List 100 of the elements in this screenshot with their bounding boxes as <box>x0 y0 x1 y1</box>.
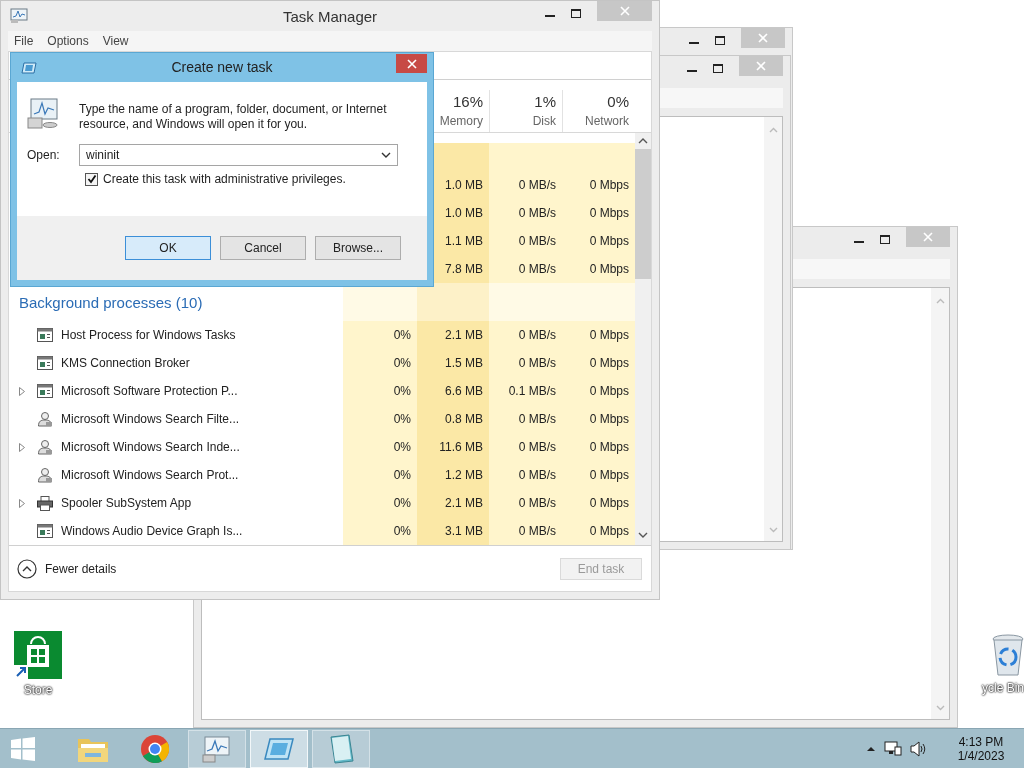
column-header[interactable]: 0% Network <box>562 90 635 132</box>
checkbox[interactable] <box>85 172 98 186</box>
process-name[interactable]: Microsoft Software Protection P... <box>61 384 238 398</box>
table-cell: 0 MB/s <box>489 321 562 349</box>
expand-icon[interactable] <box>19 442 25 452</box>
table-cell: 0 Mbps <box>562 227 635 255</box>
desktop-icon-label[interactable]: Store <box>23 683 53 697</box>
table-cell: 1.5 MB <box>417 349 489 377</box>
table-cell: 0 Mbps <box>562 349 635 377</box>
window-icon <box>264 736 294 761</box>
open-combobox[interactable]: wininit <box>79 144 398 166</box>
maximize-icon[interactable] <box>713 64 723 73</box>
table-cell: 0 MB/s <box>489 199 562 227</box>
table-cell: 11.6 MB <box>417 433 489 461</box>
maximize-icon[interactable] <box>715 36 725 45</box>
collapse-icon[interactable] <box>17 558 37 579</box>
table-cell: 0 Mbps <box>562 517 635 545</box>
expand-icon[interactable] <box>19 386 25 396</box>
column-label: Memory <box>439 114 483 128</box>
process-name[interactable]: Microsoft Windows Search Filte... <box>61 412 240 426</box>
table-cell: 0 MB/s <box>489 349 562 377</box>
network-icon[interactable] <box>884 740 902 757</box>
table-cell: 0 MB/s <box>489 517 562 545</box>
column-label: Network <box>585 114 629 128</box>
menu-item[interactable]: View <box>102 34 129 48</box>
menu-item[interactable]: File <box>14 34 34 48</box>
table-cell: 0 Mbps <box>562 405 635 433</box>
user-icon <box>37 411 53 427</box>
process-name[interactable]: Microsoft Windows Search Inde... <box>61 440 240 454</box>
window-icon <box>37 524 53 538</box>
table-cell: 1.2 MB <box>417 461 489 489</box>
process-name[interactable]: Spooler SubSystem App <box>61 496 192 510</box>
scroll-up-icon[interactable] <box>638 137 648 144</box>
tray-up-icon[interactable] <box>866 745 876 752</box>
browser-icon <box>140 733 170 764</box>
menu-item[interactable]: Options <box>47 34 89 48</box>
monitor-chart-icon <box>10 8 28 24</box>
scrollbar[interactable] <box>635 133 651 545</box>
process-name[interactable]: Microsoft Windows Search Prot... <box>61 468 239 482</box>
monitor-chart-icon <box>202 734 232 763</box>
store-icon[interactable] <box>14 631 62 679</box>
table-cell: 6.6 MB <box>417 377 489 405</box>
window-icon <box>37 356 53 370</box>
scrollbar-thumb[interactable] <box>635 149 651 279</box>
start-icon[interactable] <box>10 735 36 762</box>
table-cell: 0 Mbps <box>562 171 635 199</box>
window-icon <box>37 384 53 398</box>
dialog-button[interactable]: OK <box>125 236 211 260</box>
table-cell: 0% <box>343 405 417 433</box>
table-cell: 0% <box>343 461 417 489</box>
close-icon[interactable] <box>406 58 417 69</box>
checkbox-label[interactable]: Create this task with administrative privileges. <box>103 172 346 186</box>
close-button[interactable] <box>396 54 427 73</box>
user-icon <box>37 439 53 455</box>
clock-date[interactable]: 1/4/2023 <box>957 748 1005 763</box>
clock-time[interactable]: 4:13 PM <box>958 734 1004 749</box>
process-name[interactable]: Host Process for Windows Tasks <box>61 328 236 342</box>
table-cell <box>417 283 489 321</box>
instruction-text: Type the name of a program, folder, document, or Internet resource, and Windows will open it for you. <box>79 102 388 132</box>
user-icon <box>37 467 53 483</box>
dropdown-icon[interactable] <box>381 152 391 158</box>
table-cell: 0 MB/s <box>489 489 562 517</box>
column-header[interactable]: 1% Disk <box>489 90 562 132</box>
table-cell: 0 Mbps <box>562 377 635 405</box>
column-percent: 0% <box>607 93 629 110</box>
table-cell: 0% <box>343 433 417 461</box>
table-cell: 0 MB/s <box>489 171 562 199</box>
table-cell: 0% <box>343 349 417 377</box>
table-cell: 0 Mbps <box>562 199 635 227</box>
table-cell: 0.8 MB <box>417 405 489 433</box>
table-cell: 0% <box>343 517 417 545</box>
table-cell: 0 MB/s <box>489 433 562 461</box>
window-title: Task Manager <box>282 8 378 25</box>
notepad-icon <box>327 733 355 764</box>
column-percent: 1% <box>534 93 556 110</box>
process-name[interactable]: KMS Connection Broker <box>61 356 190 370</box>
taskbar-button[interactable] <box>312 729 370 768</box>
maximize-icon[interactable] <box>571 9 581 18</box>
dialog-button[interactable]: Browse... <box>315 236 401 260</box>
table-cell: 0 Mbps <box>562 433 635 461</box>
process-name[interactable]: Windows Audio Device Graph Is... <box>61 524 243 538</box>
field-label: Open: <box>27 148 61 162</box>
table-cell: 2.1 MB <box>417 489 489 517</box>
table-cell: 0 Mbps <box>562 321 635 349</box>
volume-icon[interactable] <box>910 740 928 757</box>
maximize-icon[interactable] <box>880 235 890 244</box>
expand-icon[interactable] <box>19 498 25 508</box>
group-header[interactable]: Background processes (10) <box>19 293 203 311</box>
table-cell: 0 MB/s <box>489 461 562 489</box>
scroll-down-icon[interactable] <box>638 532 648 539</box>
dialog-button[interactable]: Cancel <box>220 236 306 260</box>
table-cell: 0 MB/s <box>489 227 562 255</box>
table-cell: 0 Mbps <box>562 461 635 489</box>
table-cell: 3.1 MB <box>417 517 489 545</box>
window-icon <box>21 61 37 74</box>
desktop-icon-label[interactable]: ycle Bin <box>981 681 1024 695</box>
taskbar-button[interactable] <box>188 729 246 768</box>
table-cell: 2.1 MB <box>417 321 489 349</box>
fewer-details-link[interactable]: Fewer details <box>45 561 117 576</box>
recycle-bin-icon[interactable] <box>992 633 1024 677</box>
